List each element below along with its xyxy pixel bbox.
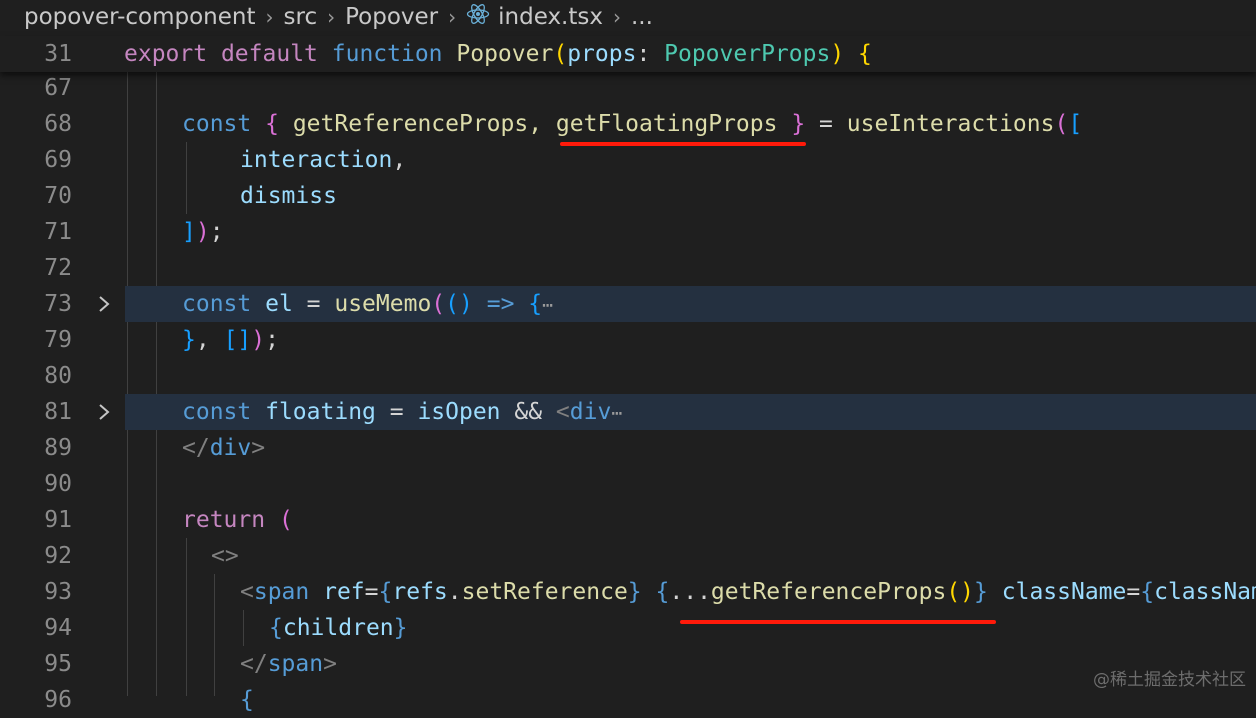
line-number: 72 [44,255,72,281]
code-text: const el = useMemo(() => {⋯ [182,291,553,317]
line-number: 81 [44,399,72,425]
line-number: 31 [44,41,72,67]
line-number: 70 [44,183,72,209]
chevron-right-icon: › [612,5,621,29]
line-number: 90 [44,471,72,497]
line-number: 68 [44,111,72,137]
code-line[interactable]: 68 const { getReferenceProps, getFloatin… [0,106,1256,146]
code-line[interactable]: 71 ]); [0,214,1256,250]
line-number: 79 [44,327,72,353]
breadcrumb-more[interactable]: ... [631,4,653,30]
watermark: @稀土掘金技术社区 [1093,670,1246,690]
code-text: </div> [182,435,266,461]
code-line[interactable]: 80 [0,358,1256,394]
chevron-right-icon: › [265,5,274,29]
line-number: 67 [44,75,72,101]
sticky-scroll-line[interactable]: 31 export default function Popover(props… [0,36,1256,72]
chevron-right-icon[interactable] [94,394,114,430]
code-line[interactable]: 89 </div> [0,430,1256,466]
code-text: ]); [182,219,224,245]
code-line[interactable]: 92 <> [0,538,1256,574]
code-text: <> [211,543,239,569]
fold-ellipsis: ⋯ [542,295,553,316]
get-reference-props-token: getReferenceProps [710,579,947,605]
breadcrumb: popover-component › src › Popover › inde… [0,0,1256,34]
line-number: 71 [44,219,72,245]
code-line[interactable]: 79 }, []); [0,322,1256,358]
code-text: return ( [182,507,293,533]
code-line[interactable]: 93 <span ref={refs.setReference} {...get… [0,574,1256,624]
code-line[interactable]: 90 [0,466,1256,502]
code-text: export default function Popover(props: P… [124,41,872,67]
code-text: dismiss [240,183,337,209]
chevron-right-icon: › [327,5,336,29]
fold-ellipsis: ⋯ [611,403,623,424]
code-text: {children} [269,615,408,641]
line-number: 94 [44,615,72,641]
breadcrumb-popover[interactable]: Popover [345,4,438,30]
code-text: { [240,687,254,713]
code-line-folded[interactable]: 73 const el = useMemo(() => {⋯ [0,286,1256,322]
code-line-folded[interactable]: 81 const floating = isOpen && <div⋯ [0,394,1256,430]
line-number: 89 [44,435,72,461]
line-number: 96 [44,687,72,713]
breadcrumb-src[interactable]: src [284,4,318,30]
code-text: const { getReferenceProps, getFloatingPr… [182,111,1083,137]
line-number: 73 [44,291,72,317]
code-line[interactable]: 95 </span> [0,646,1256,682]
line-number: 93 [44,579,72,605]
line-number: 69 [44,147,72,173]
code-line[interactable]: 72 [0,250,1256,286]
line-number: 91 [44,507,72,533]
line-number: 92 [44,543,72,569]
code-line[interactable]: 67 [0,70,1256,106]
code-text: <span ref={refs.setReference} {...getRef… [240,579,1256,605]
code-line[interactable]: 94 {children} [0,610,1256,646]
code-line[interactable]: 70 dismiss [0,178,1256,214]
breadcrumb-file[interactable]: index.tsx [498,4,603,30]
code-line[interactable]: 69 interaction, [0,142,1256,178]
line-number: 95 [44,651,72,677]
code-text: </span> [240,651,337,677]
react-file-icon [466,2,490,32]
get-floating-props-token: getFloatingProps [555,111,778,137]
breadcrumb-folder[interactable]: popover-component [24,4,256,30]
code-text: const floating = isOpen && <div⋯ [182,399,623,425]
line-number: 80 [44,363,72,389]
code-text: }, []); [182,327,279,353]
chevron-right-icon: › [448,5,457,29]
code-line[interactable]: 96 { [0,682,1256,718]
code-text: interaction, [240,147,407,173]
code-line[interactable]: 91 return ( [0,502,1256,538]
chevron-right-icon[interactable] [94,286,114,322]
